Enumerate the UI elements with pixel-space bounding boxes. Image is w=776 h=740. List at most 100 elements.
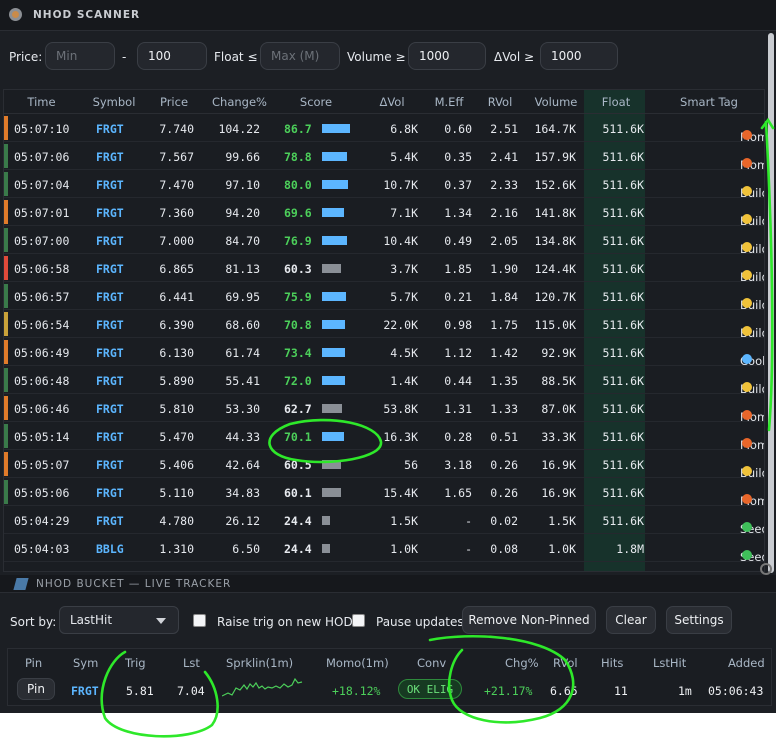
float-max-input[interactable]: Max (M) [260, 42, 340, 70]
col-header-4[interactable]: Score [296, 95, 336, 109]
raise-trig-checkbox[interactable] [193, 614, 206, 627]
table-row[interactable]: 05:05:14 FRGT 5.470 44.33 70.1 16.3K 0.28 0.51 3… [4, 422, 764, 452]
table-row[interactable]: 05:07:10 FRGT 7.740 104.22 86.7 6.8K 0.60 2.51 1… [4, 114, 764, 144]
row-indicator [4, 228, 8, 252]
cell-symbol[interactable]: FRGT [96, 402, 124, 416]
scanner-titlebar: NHOD SCANNER [0, 0, 776, 31]
col-header-8[interactable]: Volume [530, 95, 582, 109]
fire-icon [742, 410, 752, 420]
col-header-2[interactable]: Price [154, 95, 194, 109]
row-indicator [4, 452, 8, 476]
table-row[interactable]: 05:06:57 FRGT 6.441 69.95 75.9 5.7K 0.21 1.84 12… [4, 282, 764, 312]
col-header-5[interactable]: ΔVol [373, 95, 411, 109]
row-indicator [4, 256, 8, 280]
cell-symbol[interactable]: FRGT [96, 514, 124, 528]
cell-symbol[interactable]: FRGT [96, 262, 124, 276]
bucket-table: Pin Sym Trig Lst Sprklin(1m) Momo(1m) Co… [7, 648, 772, 706]
table-row[interactable]: 05:05:06 FRGT 5.110 34.83 60.1 15.4K 1.65 0.26 1… [4, 478, 764, 508]
col-header-7[interactable]: RVol [482, 95, 518, 109]
volume-min-input[interactable]: 1000 [408, 42, 486, 70]
cell-symbol[interactable]: FRGT [96, 458, 124, 472]
col-conv[interactable]: Conv [417, 656, 446, 670]
cell-symbol[interactable]: FRGT [96, 150, 124, 164]
col-trig[interactable]: Trig [125, 656, 146, 670]
col-sparkline[interactable]: Sprklin(1m) [226, 656, 293, 670]
table-row[interactable]: 05:07:01 FRGT 7.360 94.20 69.6 7.1K 1.34 2.16 14… [4, 198, 764, 228]
cell-score: 24.4 [284, 514, 312, 528]
col-header-3[interactable]: Change% [212, 95, 267, 109]
sort-select-value: LastHit [70, 613, 113, 627]
pause-updates-checkbox[interactable] [352, 614, 365, 627]
cell-rvol: 0.26 [490, 458, 518, 472]
cell-price: 6.865 [159, 262, 194, 276]
cell-symbol[interactable]: FRGT [96, 318, 124, 332]
cell-symbol[interactable]: BBLG [96, 542, 124, 556]
bucket-lsthit: 1m [678, 684, 692, 698]
bucket-hits: 11 [614, 684, 628, 698]
table-row[interactable]: 05:06:54 FRGT 6.390 68.60 70.8 22.0K 0.98 1.75 1… [4, 310, 764, 340]
price-max-input[interactable]: 100 [137, 42, 207, 70]
cell-symbol[interactable]: FRGT [96, 486, 124, 500]
table-row[interactable]: 05:06:46 FRGT 5.810 53.30 62.7 53.8K 1.31 1.33 8… [4, 394, 764, 424]
cell-price: 5.110 [159, 486, 194, 500]
table-row[interactable]: 05:04:29 FRGT 4.780 26.12 24.4 1.5K - 0.02 1.5K 5… [4, 506, 764, 536]
cell-meff: 1.31 [444, 402, 472, 416]
col-chg[interactable]: Chg% [505, 656, 539, 670]
cell-meff: 1.65 [444, 486, 472, 500]
cell-volume: 1.0K [548, 542, 576, 556]
dvol-min-input[interactable]: 1000 [540, 42, 618, 70]
clear-button[interactable]: Clear [606, 606, 656, 634]
bucket-rvol: 6.65 [550, 684, 578, 698]
col-header-6[interactable]: M.Eff [428, 95, 470, 109]
cell-symbol[interactable]: FRGT [96, 178, 124, 192]
col-header-0[interactable]: Time [14, 95, 69, 109]
col-rvol[interactable]: RVol [553, 656, 578, 670]
settings-button[interactable]: Settings [666, 606, 732, 634]
cell-volume: 120.7K [534, 290, 576, 304]
cell-score: 80.0 [284, 178, 312, 192]
scanner-scrollbar[interactable] [767, 31, 776, 575]
pin-button[interactable]: Pin [17, 678, 55, 700]
table-row[interactable]: 05:06:48 FRGT 5.890 55.41 72.0 1.4K 0.44 1.35 88… [4, 366, 764, 396]
price-min-input[interactable]: Min [45, 42, 115, 70]
cell-symbol[interactable]: FRGT [96, 206, 124, 220]
col-header-10[interactable]: Smart Tag [672, 95, 746, 109]
cell-meff: 3.18 [444, 458, 472, 472]
cell-symbol[interactable]: FRGT [96, 346, 124, 360]
table-row[interactable]: 05:07:04 FRGT 7.470 97.10 80.0 10.7K 0.37 2.33 1… [4, 170, 764, 200]
cell-float: 511.6K [602, 262, 644, 276]
score-bar [322, 124, 350, 133]
remove-non-pinned-button[interactable]: Remove Non-Pinned [462, 606, 596, 634]
col-lst[interactable]: Lst [183, 656, 200, 670]
table-row[interactable]: 05:07:06 FRGT 7.567 99.66 78.8 5.4K 0.35 2.41 15… [4, 142, 764, 172]
cell-symbol[interactable]: FRGT [96, 122, 124, 136]
cell-time: 05:06:57 [14, 290, 70, 304]
col-added[interactable]: Added [728, 656, 765, 670]
cell-volume: 88.5K [541, 374, 576, 388]
cell-symbol[interactable]: FRGT [96, 234, 124, 248]
cell-symbol[interactable]: FRGT [96, 374, 124, 388]
col-lsthit[interactable]: LstHit [653, 656, 686, 670]
col-sym[interactable]: Sym [73, 656, 98, 670]
table-row[interactable]: 05:06:58 FRGT 6.865 81.13 60.3 3.7K 1.85 1.90 12… [4, 254, 764, 284]
scrollbar-thumb[interactable] [768, 33, 774, 573]
col-header-9[interactable]: Float [594, 95, 638, 109]
cell-symbol[interactable]: FRGT [96, 290, 124, 304]
cell-symbol[interactable]: FRGT [96, 430, 124, 444]
col-hits[interactable]: Hits [601, 656, 623, 670]
resize-handle-icon[interactable] [760, 563, 772, 575]
sort-select[interactable]: LastHit [59, 606, 179, 634]
bucket-lst: 7.04 [177, 684, 205, 698]
table-row[interactable]: 05:04:03 BBLG 1.310 6.50 24.4 1.0K - 0.08 1.0K 1.… [4, 534, 764, 564]
col-header-1[interactable]: Symbol [92, 95, 136, 109]
cell-price: 7.470 [159, 178, 194, 192]
bucket-symbol[interactable]: FRGT [71, 684, 99, 698]
table-row[interactable]: 05:06:49 FRGT 6.130 61.74 73.4 4.5K 1.12 1.42 92… [4, 338, 764, 368]
col-momo[interactable]: Momo(1m) [326, 656, 389, 670]
table-row[interactable]: 05:07:00 FRGT 7.000 84.70 76.9 10.4K 0.49 2.05 1… [4, 226, 764, 256]
col-pin[interactable]: Pin [25, 656, 42, 670]
scanner-title: NHOD SCANNER [33, 9, 141, 21]
cell-change: 99.66 [225, 150, 260, 164]
table-row[interactable]: 05:05:07 FRGT 5.406 42.64 60.5 56 3.18 0.26 16.9… [4, 450, 764, 480]
cell-volume: 124.4K [534, 262, 576, 276]
